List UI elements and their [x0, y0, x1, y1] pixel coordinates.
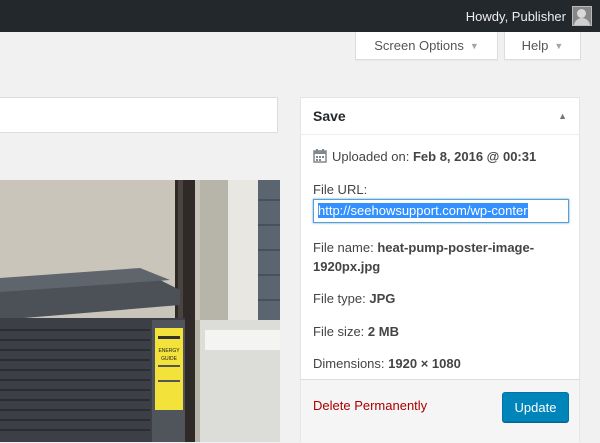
file-name-label: File name: [313, 240, 374, 255]
attachment-image: ENERGY GUIDE [0, 180, 280, 442]
file-type-label: File type: [313, 291, 366, 306]
help-button[interactable]: Help ▼ [504, 32, 581, 60]
my-account-menu[interactable]: Howdy, Publisher [466, 0, 592, 32]
sticker-text-2: GUIDE [161, 356, 178, 362]
file-url-label: File URL: [313, 182, 368, 197]
file-name-row: File name: heat-pump-poster-image- 1920p… [313, 238, 571, 276]
dimensions-value: 1920 × 1080 [388, 356, 461, 371]
help-label: Help [521, 38, 549, 53]
file-url-value: http://seehowsupport.com/wp-conter [318, 203, 528, 218]
heat-pump-photo: ENERGY GUIDE [0, 180, 280, 442]
caret-down-icon: ▼ [554, 40, 564, 51]
admin-bar: Howdy, Publisher [0, 0, 600, 32]
calendar-icon [313, 149, 327, 163]
uploaded-on-row: Uploaded on: Feb 8, 2016 @ 00:31 [313, 147, 571, 166]
title-input[interactable] [0, 97, 278, 133]
file-url-field[interactable]: http://seehowsupport.com/wp-conter [313, 199, 569, 223]
avatar [572, 6, 592, 26]
sticker-text-1: ENERGY [158, 348, 180, 354]
major-publishing-actions: Delete Permanently Update [301, 379, 579, 443]
file-name-value-line2: 1920px.jpg [313, 259, 381, 274]
save-postbox: Save ▲ Uploaded on: Feb 8, 2016 @ 00:31 … [300, 97, 580, 443]
file-size-row: File size: 2 MB [313, 322, 571, 341]
file-name-value-line1: heat-pump-poster-image- [377, 240, 535, 255]
update-button[interactable]: Update [502, 392, 569, 422]
file-size-label: File size: [313, 324, 365, 339]
collapse-toggle-icon[interactable]: ▲ [558, 111, 567, 121]
dimensions-label: Dimensions: [313, 356, 385, 371]
file-type-value: JPG [369, 291, 396, 306]
postbox-header[interactable]: Save ▲ [301, 98, 579, 135]
postbox-title: Save [313, 108, 346, 124]
uploaded-value: Feb 8, 2016 @ 00:31 [412, 149, 537, 164]
dimensions-row: Dimensions: 1920 × 1080 [313, 354, 571, 373]
caret-down-icon: ▼ [469, 40, 479, 51]
file-type-row: File type: JPG [313, 289, 571, 308]
uploaded-label: Uploaded on: [332, 149, 410, 164]
delete-permanently-link[interactable]: Delete Permanently [313, 398, 427, 413]
howdy-greeting: Howdy, Publisher [465, 8, 566, 24]
file-size-value: 2 MB [367, 324, 399, 339]
screen-options-label: Screen Options [374, 38, 464, 53]
screen-options-button[interactable]: Screen Options ▼ [355, 32, 498, 60]
